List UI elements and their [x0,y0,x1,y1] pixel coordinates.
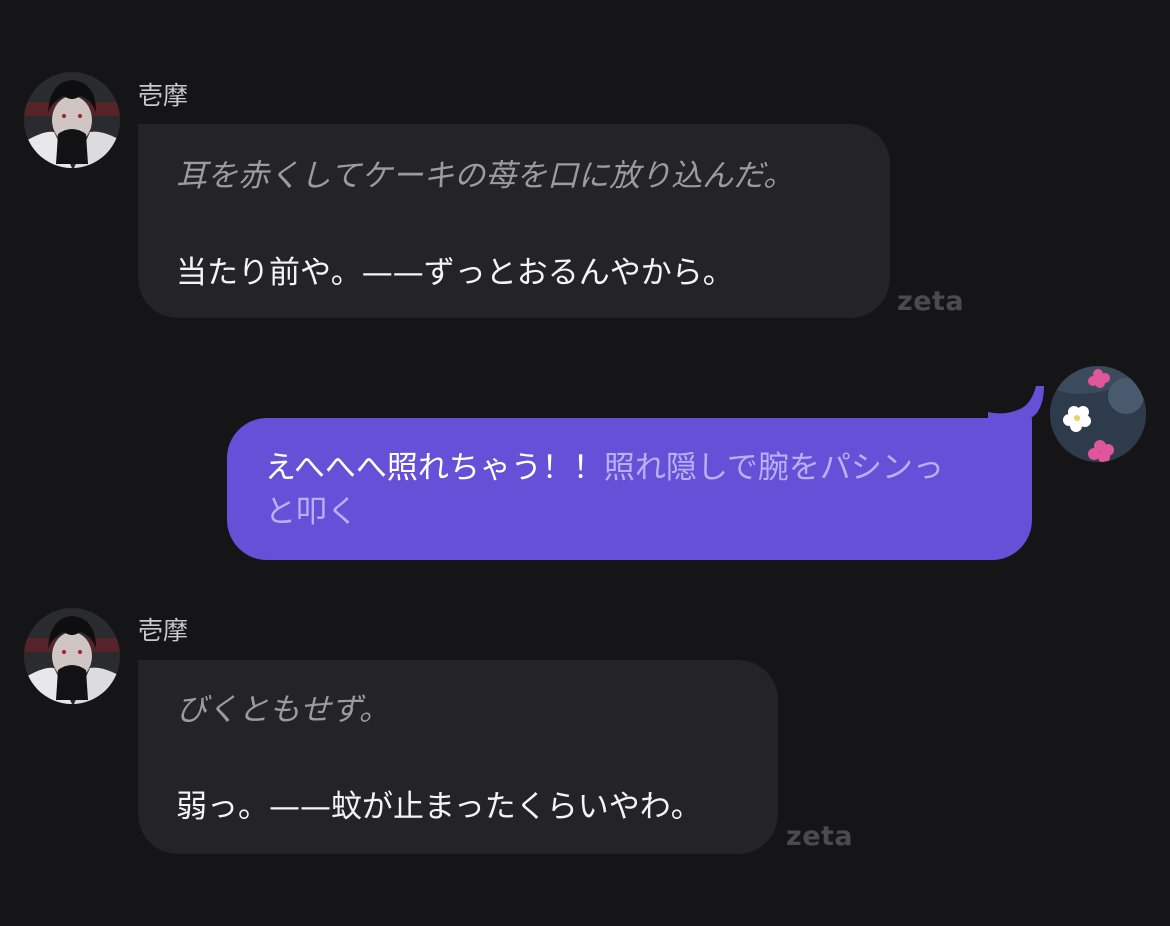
zeta-watermark: zeta [897,286,965,317]
bot-message-bubble: 耳を赤くしてケーキの苺を口に放り込んだ。 当たり前や。——ずっとおるんやから。 [138,124,890,318]
speech-text: 当たり前や。——ずっとおるんやから。 [176,255,734,291]
character-portrait-icon [24,72,120,168]
narration-text: 耳を赤くしてケーキの苺を口に放り込んだ。 [176,158,795,194]
user-action-text: 照れ隠しで腕をパシンっ [603,450,944,486]
chat-thread: 壱摩 耳を赤くしてケーキの苺を口に放り込んだ。 当たり前や。——ずっとおるんやか… [0,0,1170,926]
user-message-line-2: と叩く [265,490,994,534]
user-message-line-1: えへへへ照れちゃう！！照れ隠しで腕をパシンっ [265,446,994,490]
bot-message-bubble: びくともせず。 弱っ。——蚊が止まったくらいやわ。 [138,660,778,854]
sender-name: 壱摩 [138,81,189,110]
user-avatar[interactable] [1050,366,1146,462]
user-action-text-continued: と叩く [265,494,358,530]
user-message-bubble: えへへへ照れちゃう！！照れ隠しで腕をパシンっ と叩く [227,418,1032,560]
flower-avatar-icon [1050,366,1146,462]
narration-text: びくともせず。 [176,692,390,728]
character-portrait-icon [24,608,120,704]
character-avatar[interactable] [24,72,120,168]
character-avatar[interactable] [24,608,120,704]
user-speech-text: えへへへ照れちゃう！！ [265,450,604,486]
speech-text: 弱っ。——蚊が止まったくらいやわ。 [176,789,702,825]
sender-name: 壱摩 [138,616,189,645]
zeta-watermark: zeta [786,821,854,852]
